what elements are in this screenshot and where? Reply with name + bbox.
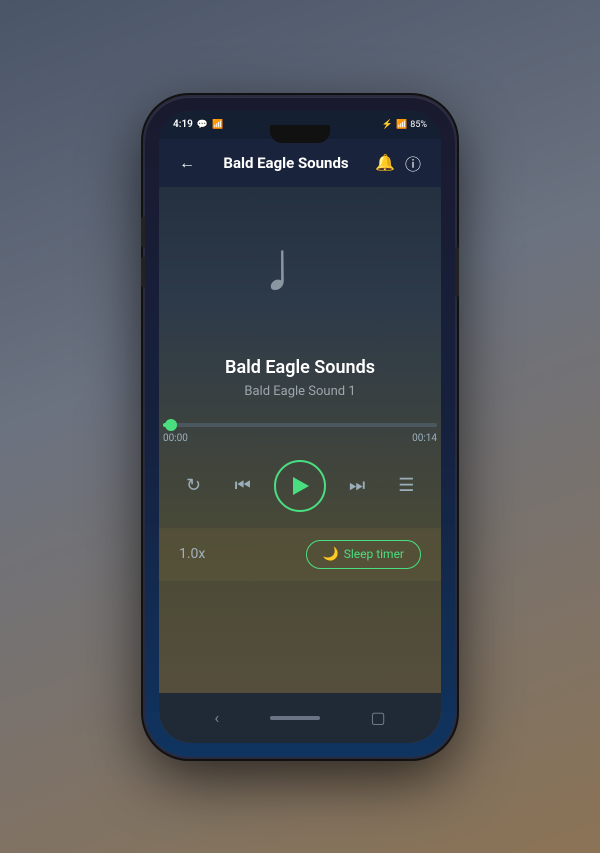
notch <box>270 125 330 143</box>
previous-button[interactable]: ⏮ <box>225 468 261 504</box>
signal-icon: 📶 <box>396 120 407 130</box>
screen-inner: ← Bald Eagle Sounds 🔔 ⓘ ♩ Bald Eagle Sou… <box>159 139 441 693</box>
repeat-button[interactable]: ↻ <box>176 468 212 504</box>
notification-bell-icon[interactable]: 🔔 <box>371 153 399 172</box>
wifi-icon: 📶 <box>212 120 223 130</box>
info-icon[interactable]: ⓘ <box>399 151 427 175</box>
page-title: Bald Eagle Sounds <box>201 154 371 172</box>
top-navigation-bar: ← Bald Eagle Sounds 🔔 ⓘ <box>159 139 441 187</box>
playlist-button[interactable]: ☰ <box>388 468 424 504</box>
current-time: 00:00 <box>163 433 188 444</box>
sleep-timer-label: Sleep timer <box>344 547 404 561</box>
content-area: ♩ Bald Eagle Sounds Bald Eagle Sound 1 0… <box>159 187 441 693</box>
status-time: 4:19 <box>173 119 193 130</box>
vol-down-button[interactable] <box>141 257 145 287</box>
track-title: Bald Eagle Sounds <box>225 357 375 378</box>
battery-icon: 85% <box>410 120 427 130</box>
album-art-area: ♩ <box>250 217 350 317</box>
status-right: ⚡ 📶 85% <box>382 120 427 130</box>
phone-screen: 4:19 💬 📶 ⚡ 📶 85% ← Bald Eagle Sounds 🔔 ⓘ <box>159 111 441 743</box>
nav-back-button[interactable]: ‹ <box>214 708 219 727</box>
playback-speed[interactable]: 1.0x <box>179 546 205 562</box>
progress-bar[interactable] <box>163 423 437 427</box>
status-left: 4:19 💬 📶 <box>173 119 223 130</box>
phone-frame: 4:19 💬 📶 ⚡ 📶 85% ← Bald Eagle Sounds 🔔 ⓘ <box>145 97 455 757</box>
back-button[interactable]: ← <box>173 153 201 173</box>
next-button[interactable]: ⏭ <box>339 468 375 504</box>
bottom-controls-area: 1.0x 🌙 Sleep timer <box>159 528 441 581</box>
moon-icon: 🌙 <box>323 547 339 562</box>
speed-sleep-row: 1.0x 🌙 Sleep timer <box>175 540 425 569</box>
progress-times: 00:00 00:14 <box>163 433 437 444</box>
home-indicator[interactable] <box>270 716 320 720</box>
bottom-navigation: ‹ ▢ <box>159 693 441 743</box>
message-icon: 💬 <box>197 120 208 130</box>
bluetooth-icon: ⚡ <box>382 120 393 130</box>
power-button[interactable] <box>455 247 459 297</box>
vol-up-button[interactable] <box>141 217 145 247</box>
progress-section[interactable]: 00:00 00:14 <box>159 423 441 444</box>
sleep-timer-button[interactable]: 🌙 Sleep timer <box>306 540 421 569</box>
track-subtitle: Bald Eagle Sound 1 <box>244 384 355 399</box>
play-icon <box>293 477 309 495</box>
music-note-icon: ♩ <box>264 231 336 303</box>
play-pause-button[interactable] <box>274 460 326 512</box>
playback-controls: ↻ ⏮ ⏭ ☰ <box>159 460 441 512</box>
progress-thumb[interactable] <box>165 419 177 431</box>
nav-square-button[interactable]: ▢ <box>371 708 386 727</box>
total-time: 00:14 <box>412 433 437 444</box>
